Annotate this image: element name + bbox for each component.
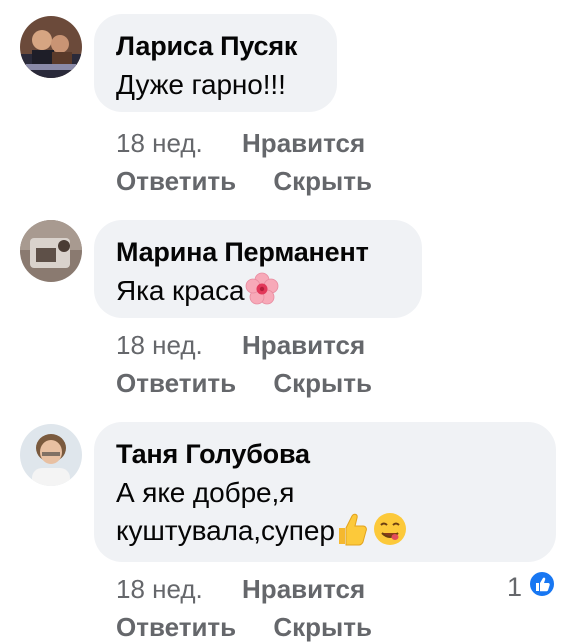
like-link[interactable]: Нравится xyxy=(242,330,365,360)
hide-link[interactable]: Скрыть xyxy=(273,612,372,642)
comment-time[interactable]: 18 нед. xyxy=(116,330,203,360)
avatar[interactable] xyxy=(20,424,82,486)
comment-actions-row2: Ответить Скрыть xyxy=(116,368,372,398)
comment-author[interactable]: Марина Перманент xyxy=(116,236,400,268)
comment-bubble: Таня Голубова А яке добре,я куштувала,су… xyxy=(94,422,556,562)
comment-text-line2: куштувала,супер xyxy=(116,515,335,546)
avatar[interactable] xyxy=(20,16,82,78)
comment-author[interactable]: Таня Голубова xyxy=(116,438,534,470)
comment-text-line1: А яке добре,я xyxy=(116,477,295,508)
like-link[interactable]: Нравится xyxy=(242,128,365,158)
reaction-count: 1 xyxy=(506,572,522,602)
comment-text: Яка краса xyxy=(116,275,245,306)
reply-link[interactable]: Ответить xyxy=(116,368,236,398)
comment-bubble: Лариса Пусяк Дуже гарно!!! xyxy=(94,14,337,112)
comment-text: Дуже гарно!!! xyxy=(116,69,286,100)
hide-link[interactable]: Скрыть xyxy=(273,368,372,398)
hide-link[interactable]: Скрыть xyxy=(273,166,372,196)
reaction-summary[interactable]: 1 xyxy=(507,570,556,605)
comment-text-line: Яка краса xyxy=(116,272,400,316)
smirk-face-emoji xyxy=(373,512,407,556)
comment-time[interactable]: 18 нед. xyxy=(116,574,203,604)
avatar[interactable] xyxy=(20,220,82,282)
comment-text-line2-wrap: куштувала,супер xyxy=(116,512,534,556)
comment-actions-row1: 18 нед. Нравится xyxy=(116,330,365,360)
like-link[interactable]: Нравится xyxy=(242,574,365,604)
flower-emoji xyxy=(245,272,279,316)
reply-link[interactable]: Ответить xyxy=(116,166,236,196)
reply-link[interactable]: Ответить xyxy=(116,612,236,642)
like-reaction-icon xyxy=(528,570,556,605)
comment-bubble: Марина Перманент Яка краса xyxy=(94,220,422,318)
comment-actions-row1: 18 нед. Нравится xyxy=(116,574,365,604)
comment-author[interactable]: Лариса Пусяк xyxy=(116,30,315,62)
comment-time[interactable]: 18 нед. xyxy=(116,128,203,158)
thumbs-up-emoji xyxy=(335,512,367,556)
comment-actions-row2: Ответить Скрыть xyxy=(116,612,372,642)
comment-actions-row2: Ответить Скрыть xyxy=(116,166,372,196)
comment-actions-row1: 18 нед. Нравится xyxy=(116,128,365,158)
